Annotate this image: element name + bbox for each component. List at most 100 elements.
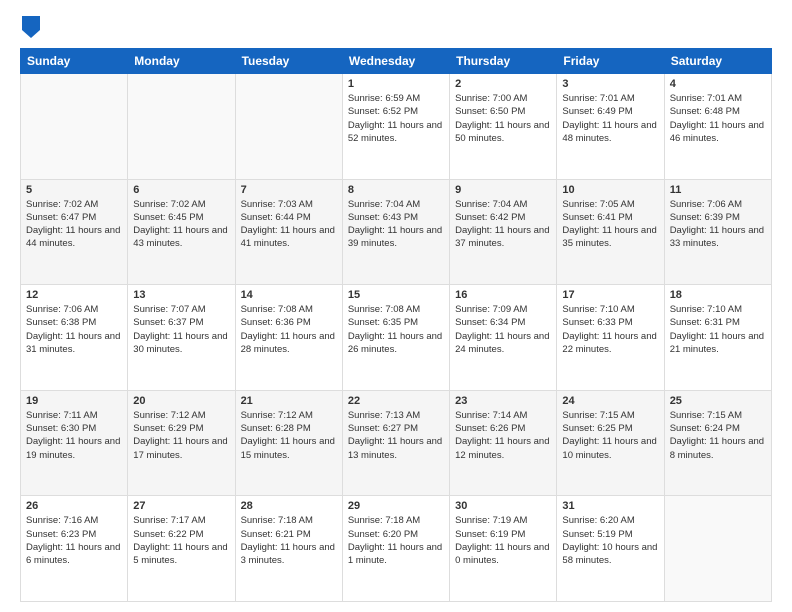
- calendar-week-2: 5 Sunrise: 7:02 AM Sunset: 6:47 PM Daylig…: [21, 179, 772, 285]
- day-info: Sunrise: 7:17 AM Sunset: 6:22 PM Dayligh…: [133, 514, 229, 567]
- day-info: Sunrise: 7:04 AM Sunset: 6:42 PM Dayligh…: [455, 198, 551, 251]
- day-info: Sunrise: 7:15 AM Sunset: 6:24 PM Dayligh…: [670, 409, 766, 462]
- day-number: 2: [455, 78, 551, 90]
- day-info: Sunrise: 7:12 AM Sunset: 6:28 PM Dayligh…: [241, 409, 337, 462]
- day-number: 4: [670, 78, 766, 90]
- calendar-cell: 24 Sunrise: 7:15 AM Sunset: 6:25 PM Dayli…: [557, 390, 664, 496]
- header: [20, 16, 772, 38]
- calendar-cell: 7 Sunrise: 7:03 AM Sunset: 6:44 PM Daylig…: [235, 179, 342, 285]
- calendar-cell: 12 Sunrise: 7:06 AM Sunset: 6:38 PM Dayli…: [21, 285, 128, 391]
- calendar-cell: 26 Sunrise: 7:16 AM Sunset: 6:23 PM Dayli…: [21, 496, 128, 602]
- calendar-week-4: 19 Sunrise: 7:11 AM Sunset: 6:30 PM Dayli…: [21, 390, 772, 496]
- day-number: 11: [670, 184, 766, 196]
- day-number: 25: [670, 395, 766, 407]
- calendar-cell: 1 Sunrise: 6:59 AM Sunset: 6:52 PM Daylig…: [342, 74, 449, 180]
- calendar-cell: 9 Sunrise: 7:04 AM Sunset: 6:42 PM Daylig…: [450, 179, 557, 285]
- calendar-week-3: 12 Sunrise: 7:06 AM Sunset: 6:38 PM Dayli…: [21, 285, 772, 391]
- calendar-cell: 19 Sunrise: 7:11 AM Sunset: 6:30 PM Dayli…: [21, 390, 128, 496]
- day-info: Sunrise: 6:20 AM Sunset: 5:19 PM Dayligh…: [562, 514, 658, 567]
- calendar-cell: 28 Sunrise: 7:18 AM Sunset: 6:21 PM Dayli…: [235, 496, 342, 602]
- calendar-cell: 21 Sunrise: 7:12 AM Sunset: 6:28 PM Dayli…: [235, 390, 342, 496]
- calendar-cell: 23 Sunrise: 7:14 AM Sunset: 6:26 PM Dayli…: [450, 390, 557, 496]
- day-info: Sunrise: 7:16 AM Sunset: 6:23 PM Dayligh…: [26, 514, 122, 567]
- day-number: 28: [241, 500, 337, 512]
- day-number: 17: [562, 289, 658, 301]
- day-info: Sunrise: 7:18 AM Sunset: 6:21 PM Dayligh…: [241, 514, 337, 567]
- calendar-cell: 6 Sunrise: 7:02 AM Sunset: 6:45 PM Daylig…: [128, 179, 235, 285]
- calendar-header-monday: Monday: [128, 49, 235, 74]
- calendar-cell: 17 Sunrise: 7:10 AM Sunset: 6:33 PM Dayli…: [557, 285, 664, 391]
- calendar-cell: 2 Sunrise: 7:00 AM Sunset: 6:50 PM Daylig…: [450, 74, 557, 180]
- day-number: 6: [133, 184, 229, 196]
- day-info: Sunrise: 7:06 AM Sunset: 6:38 PM Dayligh…: [26, 303, 122, 356]
- day-number: 12: [26, 289, 122, 301]
- calendar-cell: 25 Sunrise: 7:15 AM Sunset: 6:24 PM Dayli…: [664, 390, 771, 496]
- day-number: 26: [26, 500, 122, 512]
- day-number: 22: [348, 395, 444, 407]
- calendar-cell: 13 Sunrise: 7:07 AM Sunset: 6:37 PM Dayli…: [128, 285, 235, 391]
- day-info: Sunrise: 7:06 AM Sunset: 6:39 PM Dayligh…: [670, 198, 766, 251]
- calendar-cell: 30 Sunrise: 7:19 AM Sunset: 6:19 PM Dayli…: [450, 496, 557, 602]
- day-info: Sunrise: 7:01 AM Sunset: 6:49 PM Dayligh…: [562, 92, 658, 145]
- day-info: Sunrise: 7:08 AM Sunset: 6:36 PM Dayligh…: [241, 303, 337, 356]
- day-info: Sunrise: 7:13 AM Sunset: 6:27 PM Dayligh…: [348, 409, 444, 462]
- calendar-header-row: SundayMondayTuesdayWednesdayThursdayFrid…: [21, 49, 772, 74]
- calendar-header-wednesday: Wednesday: [342, 49, 449, 74]
- day-number: 24: [562, 395, 658, 407]
- day-info: Sunrise: 7:09 AM Sunset: 6:34 PM Dayligh…: [455, 303, 551, 356]
- logo: [20, 16, 46, 38]
- calendar-cell: [128, 74, 235, 180]
- day-info: Sunrise: 7:01 AM Sunset: 6:48 PM Dayligh…: [670, 92, 766, 145]
- calendar-header-tuesday: Tuesday: [235, 49, 342, 74]
- calendar-cell: 5 Sunrise: 7:02 AM Sunset: 6:47 PM Daylig…: [21, 179, 128, 285]
- calendar-table: SundayMondayTuesdayWednesdayThursdayFrid…: [20, 48, 772, 602]
- day-number: 10: [562, 184, 658, 196]
- day-number: 20: [133, 395, 229, 407]
- day-info: Sunrise: 7:02 AM Sunset: 6:45 PM Dayligh…: [133, 198, 229, 251]
- day-number: 9: [455, 184, 551, 196]
- day-info: Sunrise: 7:11 AM Sunset: 6:30 PM Dayligh…: [26, 409, 122, 462]
- day-number: 8: [348, 184, 444, 196]
- day-number: 19: [26, 395, 122, 407]
- calendar-cell: 29Sunrise: 7:18 AM Sunset: 6:20 PM Dayli…: [342, 496, 449, 602]
- calendar-cell: 18Sunrise: 7:10 AM Sunset: 6:31 PM Dayli…: [664, 285, 771, 391]
- day-number: 5: [26, 184, 122, 196]
- day-info: Sunrise: 7:10 AM Sunset: 6:31 PM Dayligh…: [670, 303, 766, 356]
- calendar-cell: 8Sunrise: 7:04 AM Sunset: 6:43 PM Daylig…: [342, 179, 449, 285]
- day-info: Sunrise: 6:59 AM Sunset: 6:52 PM Dayligh…: [348, 92, 444, 145]
- calendar-cell: [235, 74, 342, 180]
- day-number: 23: [455, 395, 551, 407]
- day-info: Sunrise: 7:08 AM Sunset: 6:35 PM Dayligh…: [348, 303, 444, 356]
- calendar-cell: 31Sunrise: 6:20 AM Sunset: 5:19 PM Dayli…: [557, 496, 664, 602]
- day-number: 14: [241, 289, 337, 301]
- day-info: Sunrise: 7:14 AM Sunset: 6:26 PM Dayligh…: [455, 409, 551, 462]
- calendar-cell: [21, 74, 128, 180]
- day-number: 21: [241, 395, 337, 407]
- calendar-cell: 15 Sunrise: 7:08 AM Sunset: 6:35 PM Dayli…: [342, 285, 449, 391]
- day-info: Sunrise: 7:12 AM Sunset: 6:29 PM Dayligh…: [133, 409, 229, 462]
- day-info: Sunrise: 7:00 AM Sunset: 6:50 PM Dayligh…: [455, 92, 551, 145]
- day-number: 3: [562, 78, 658, 90]
- day-number: 30: [455, 500, 551, 512]
- calendar-week-1: 1 Sunrise: 6:59 AM Sunset: 6:52 PM Daylig…: [21, 74, 772, 180]
- calendar-header-thursday: Thursday: [450, 49, 557, 74]
- day-info: Sunrise: 7:15 AM Sunset: 6:25 PM Dayligh…: [562, 409, 658, 462]
- calendar-cell: 16Sunrise: 7:09 AM Sunset: 6:34 PM Dayli…: [450, 285, 557, 391]
- calendar-cell: 20 Sunrise: 7:12 AM Sunset: 6:29 PM Dayli…: [128, 390, 235, 496]
- day-number: 15: [348, 289, 444, 301]
- day-info: Sunrise: 7:07 AM Sunset: 6:37 PM Dayligh…: [133, 303, 229, 356]
- day-number: 13: [133, 289, 229, 301]
- day-info: Sunrise: 7:05 AM Sunset: 6:41 PM Dayligh…: [562, 198, 658, 251]
- page: SundayMondayTuesdayWednesdayThursdayFrid…: [0, 0, 792, 612]
- day-info: Sunrise: 7:10 AM Sunset: 6:33 PM Dayligh…: [562, 303, 658, 356]
- day-info: Sunrise: 7:19 AM Sunset: 6:19 PM Dayligh…: [455, 514, 551, 567]
- day-number: 7: [241, 184, 337, 196]
- day-number: 27: [133, 500, 229, 512]
- calendar-cell: 22 Sunrise: 7:13 AM Sunset: 6:27 PM Dayli…: [342, 390, 449, 496]
- day-info: Sunrise: 7:03 AM Sunset: 6:44 PM Dayligh…: [241, 198, 337, 251]
- day-info: Sunrise: 7:18 AM Sunset: 6:20 PM Dayligh…: [348, 514, 444, 567]
- calendar-cell: 11 Sunrise: 7:06 AM Sunset: 6:39 PM Dayli…: [664, 179, 771, 285]
- calendar-cell: 3 Sunrise: 7:01 AM Sunset: 6:49 PM Daylig…: [557, 74, 664, 180]
- day-info: Sunrise: 7:02 AM Sunset: 6:47 PM Dayligh…: [26, 198, 122, 251]
- day-number: 1: [348, 78, 444, 90]
